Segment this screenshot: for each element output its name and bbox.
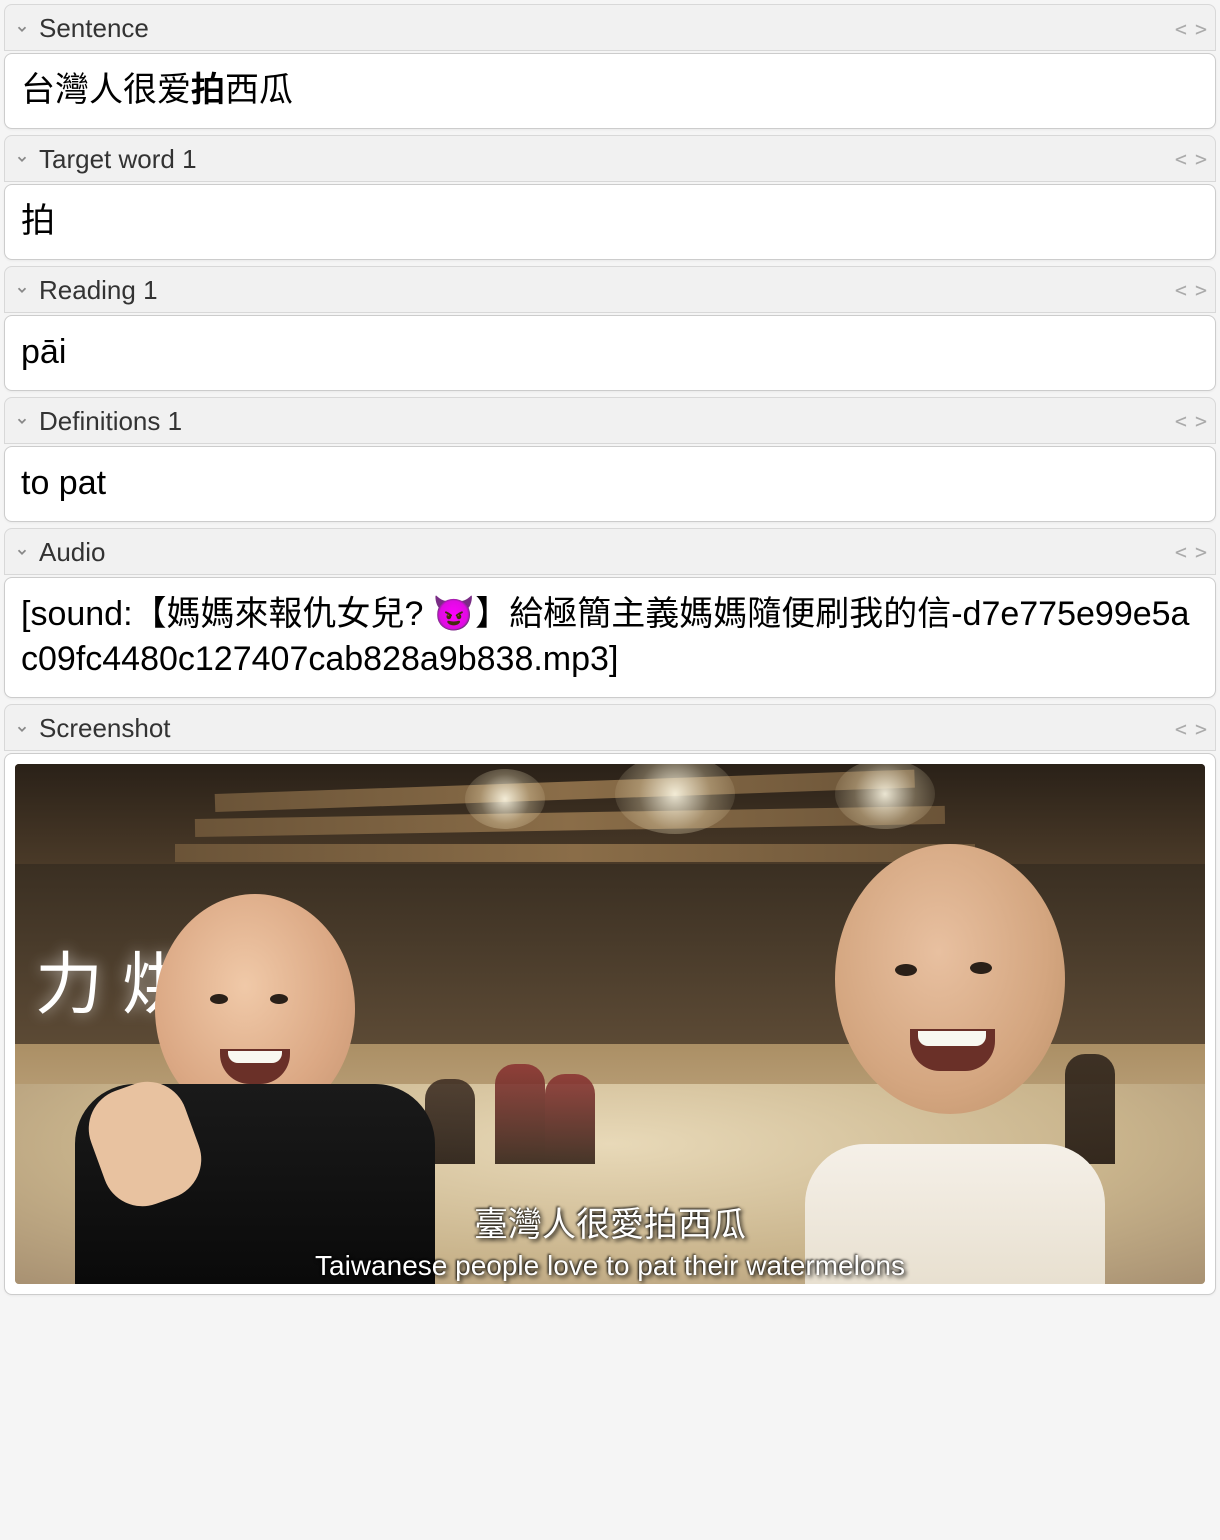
field-label: Audio: [39, 537, 106, 568]
field-header[interactable]: Definitions 1 < >: [4, 397, 1216, 444]
field-reading-1: Reading 1 < > pāi: [4, 266, 1216, 391]
chevron-down-icon[interactable]: [15, 283, 29, 297]
field-label: Target word 1: [39, 144, 197, 175]
field-definitions-1: Definitions 1 < > to pat: [4, 397, 1216, 522]
field-content-screenshot[interactable]: 力 烘 焙: [4, 753, 1216, 1295]
field-header[interactable]: Target word 1 < >: [4, 135, 1216, 182]
subtitle-chinese: 臺灣人很愛拍西瓜: [15, 1197, 1205, 1246]
field-header[interactable]: Sentence < >: [4, 4, 1216, 51]
chevron-down-icon[interactable]: [15, 22, 29, 36]
field-label: Sentence: [39, 13, 149, 44]
video-subtitles: 臺灣人很愛拍西瓜 Taiwanese people love to pat th…: [15, 1197, 1205, 1282]
code-brackets-icon[interactable]: < >: [1175, 17, 1205, 41]
chevron-down-icon[interactable]: [15, 152, 29, 166]
field-header[interactable]: Audio < >: [4, 528, 1216, 575]
subtitle-english: Taiwanese people love to pat their water…: [15, 1250, 1205, 1282]
code-brackets-icon[interactable]: < >: [1175, 540, 1205, 564]
field-header[interactable]: Screenshot < >: [4, 704, 1216, 751]
field-label: Definitions 1: [39, 406, 182, 437]
field-sentence: Sentence < > 台灣人很爱拍西瓜: [4, 4, 1216, 129]
embedded-image: 力 烘 焙: [15, 764, 1205, 1284]
field-content-target-word[interactable]: 拍: [4, 184, 1216, 260]
field-content-reading[interactable]: pāi: [4, 315, 1216, 391]
field-label: Screenshot: [39, 713, 171, 744]
code-brackets-icon[interactable]: < >: [1175, 409, 1205, 433]
field-content-sentence[interactable]: 台灣人很爱拍西瓜: [4, 53, 1216, 129]
field-label: Reading 1: [39, 275, 158, 306]
field-content-audio[interactable]: [sound:【媽媽來報仇女兒? 😈】給極簡主義媽媽隨便刷我的信-d7e775e…: [4, 577, 1216, 699]
field-target-word-1: Target word 1 < > 拍: [4, 135, 1216, 260]
chevron-down-icon[interactable]: [15, 722, 29, 736]
field-audio: Audio < > [sound:【媽媽來報仇女兒? 😈】給極簡主義媽媽隨便刷我…: [4, 528, 1216, 699]
field-content-definitions[interactable]: to pat: [4, 446, 1216, 522]
field-screenshot: Screenshot < > 力 烘 焙: [4, 704, 1216, 1295]
code-brackets-icon[interactable]: < >: [1175, 717, 1205, 741]
chevron-down-icon[interactable]: [15, 414, 29, 428]
chevron-down-icon[interactable]: [15, 545, 29, 559]
field-header[interactable]: Reading 1 < >: [4, 266, 1216, 313]
code-brackets-icon[interactable]: < >: [1175, 147, 1205, 171]
code-brackets-icon[interactable]: < >: [1175, 278, 1205, 302]
